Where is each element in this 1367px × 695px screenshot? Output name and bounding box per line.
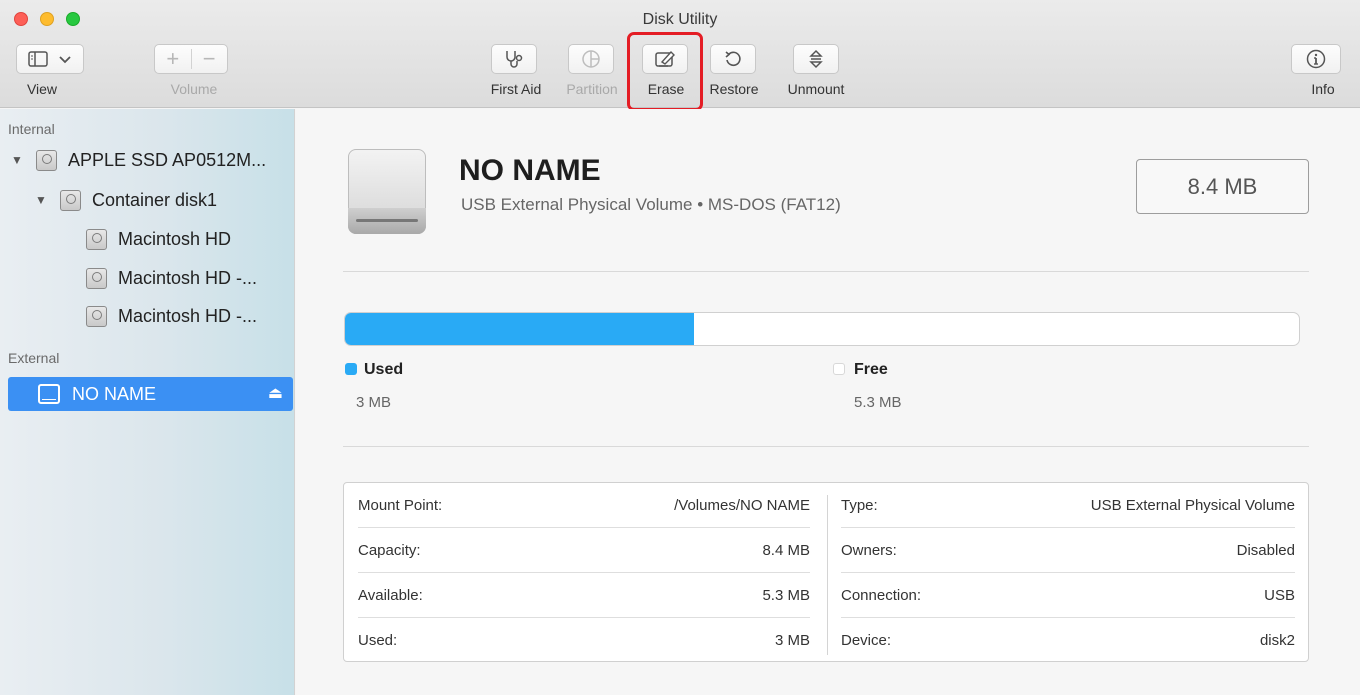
detail-row-used: Used: 3 MB [358,618,810,663]
window-title: Disk Utility [642,11,718,28]
free-legend-label: Free [854,361,888,378]
used-legend-swatch [345,363,357,375]
info-button[interactable] [1291,44,1341,74]
detail-value: 3 MB [774,632,810,649]
free-value: 5.3 MB [854,394,902,411]
partition-button[interactable] [568,44,614,74]
disk-utility-window: Disk Utility View + − Volume First Aid P… [0,0,1360,695]
sidebar-toggle-icon [28,51,48,67]
sidebar-item-macintosh-hd[interactable]: Macintosh HD [0,222,295,256]
toolbar: Disk Utility View + − Volume First Aid P… [0,0,1360,111]
restore-arrow-icon [725,51,741,67]
main-content: NO NAME USB External Physical Volume • M… [296,109,1360,695]
eject-icon[interactable]: ⏏ [268,383,283,403]
details-left-column: Mount Point: /Volumes/NO NAME Capacity: … [344,483,827,663]
sidebar-section-internal: Internal [8,121,55,137]
detail-value: 8.4 MB [762,541,810,559]
detail-key: Available: [358,586,423,604]
volume-details-table: Mount Point: /Volumes/NO NAME Capacity: … [343,482,1309,662]
info-label: Info [1311,81,1335,97]
detail-row-owners: Owners: Disabled [841,528,1295,573]
external-volume-icon [348,149,426,234]
sidebar-item-macintosh-hd-other[interactable]: Macintosh HD -... [0,299,295,333]
unmount-icon [809,49,823,69]
first-aid-button[interactable] [491,44,537,74]
view-label: View [26,81,58,97]
divider [343,271,1309,272]
sidebar-item-label: Macintosh HD -... [118,305,258,326]
volume-label: Volume [170,81,218,97]
detail-key: Owners: [841,541,897,559]
unmount-label: Unmount [787,81,845,97]
disclosure-triangle-icon[interactable]: ▼ [10,153,24,167]
disclosure-triangle-icon[interactable]: ▼ [34,193,48,207]
detail-key: Mount Point: [358,496,443,514]
usage-bar-used-segment [345,313,695,345]
hard-disk-icon [36,149,57,171]
sidebar-item-apple-ssd[interactable]: ▼ APPLE SSD AP0512M... [0,143,295,177]
detail-value: 5.3 MB [762,586,810,604]
chevron-down-icon [59,56,71,64]
restore-label: Restore [709,81,759,97]
detail-key: Capacity: [358,541,421,559]
detail-value: /Volumes/NO NAME [674,496,810,514]
detail-value: Disabled [1236,541,1295,559]
stethoscope-icon [506,51,523,68]
detail-value: USB External Physical Volume [1090,496,1295,514]
add-volume-icon[interactable]: + [155,46,191,72]
view-button[interactable] [16,44,84,74]
sidebar-item-label: APPLE SSD AP0512M... [68,149,267,170]
sidebar-item-label: NO NAME [72,383,157,404]
detail-value: USB [1264,586,1295,604]
volume-segmented-control[interactable]: + − [154,44,228,74]
detail-row-available: Available: 5.3 MB [358,573,810,618]
detail-row-connection: Connection: USB [841,573,1295,618]
divider [343,446,1309,447]
sidebar-item-label: Macintosh HD -... [118,267,258,288]
volume-disk-icon [86,267,107,289]
restore-button[interactable] [710,44,756,74]
erase-highlight-annotation [627,32,703,111]
volume-name: NO NAME [459,154,601,187]
detail-row-capacity: Capacity: 8.4 MB [358,528,810,573]
detail-key: Connection: [841,586,922,604]
sidebar-item-macintosh-hd-data[interactable]: Macintosh HD -... [0,261,295,295]
unmount-button[interactable] [793,44,839,74]
sidebar-item-label: Container disk1 [92,189,218,210]
sidebar-item-no-name[interactable]: NO NAME ⏏ [8,377,293,411]
detail-row-device: Device: disk2 [841,618,1295,663]
volume-disk-icon [86,305,107,327]
sidebar: Internal ▼ APPLE SSD AP0512M... ▼ Contai… [0,109,295,695]
capacity-box: 8.4 MB [1136,159,1309,214]
container-disk-icon [60,189,81,211]
detail-key: Used: [358,632,398,649]
sidebar-section-external: External [8,350,60,366]
volume-subtitle: USB External Physical Volume • MS-DOS (F… [461,195,841,214]
remove-volume-icon[interactable]: − [191,46,227,72]
sidebar-item-container-disk1[interactable]: ▼ Container disk1 [0,183,295,217]
info-icon [1306,49,1326,69]
detail-value: disk2 [1259,632,1295,649]
used-value: 3 MB [356,394,392,411]
first-aid-label: First Aid [490,81,542,97]
details-right-column: Type: USB External Physical Volume Owner… [827,483,1310,663]
detail-key: Type: [841,496,878,514]
detail-row-type: Type: USB External Physical Volume [841,483,1295,528]
free-legend-swatch [833,363,845,375]
partition-label: Partition [566,81,618,97]
sidebar-item-label: Macintosh HD [118,228,232,249]
detail-key: Device: [841,632,892,649]
detail-row-mount-point: Mount Point: /Volumes/NO NAME [358,483,810,528]
external-drive-icon [38,384,60,404]
pie-partition-icon [582,50,600,68]
volume-disk-icon [86,228,107,250]
used-legend-label: Used [364,361,404,378]
usage-bar [344,312,1300,346]
